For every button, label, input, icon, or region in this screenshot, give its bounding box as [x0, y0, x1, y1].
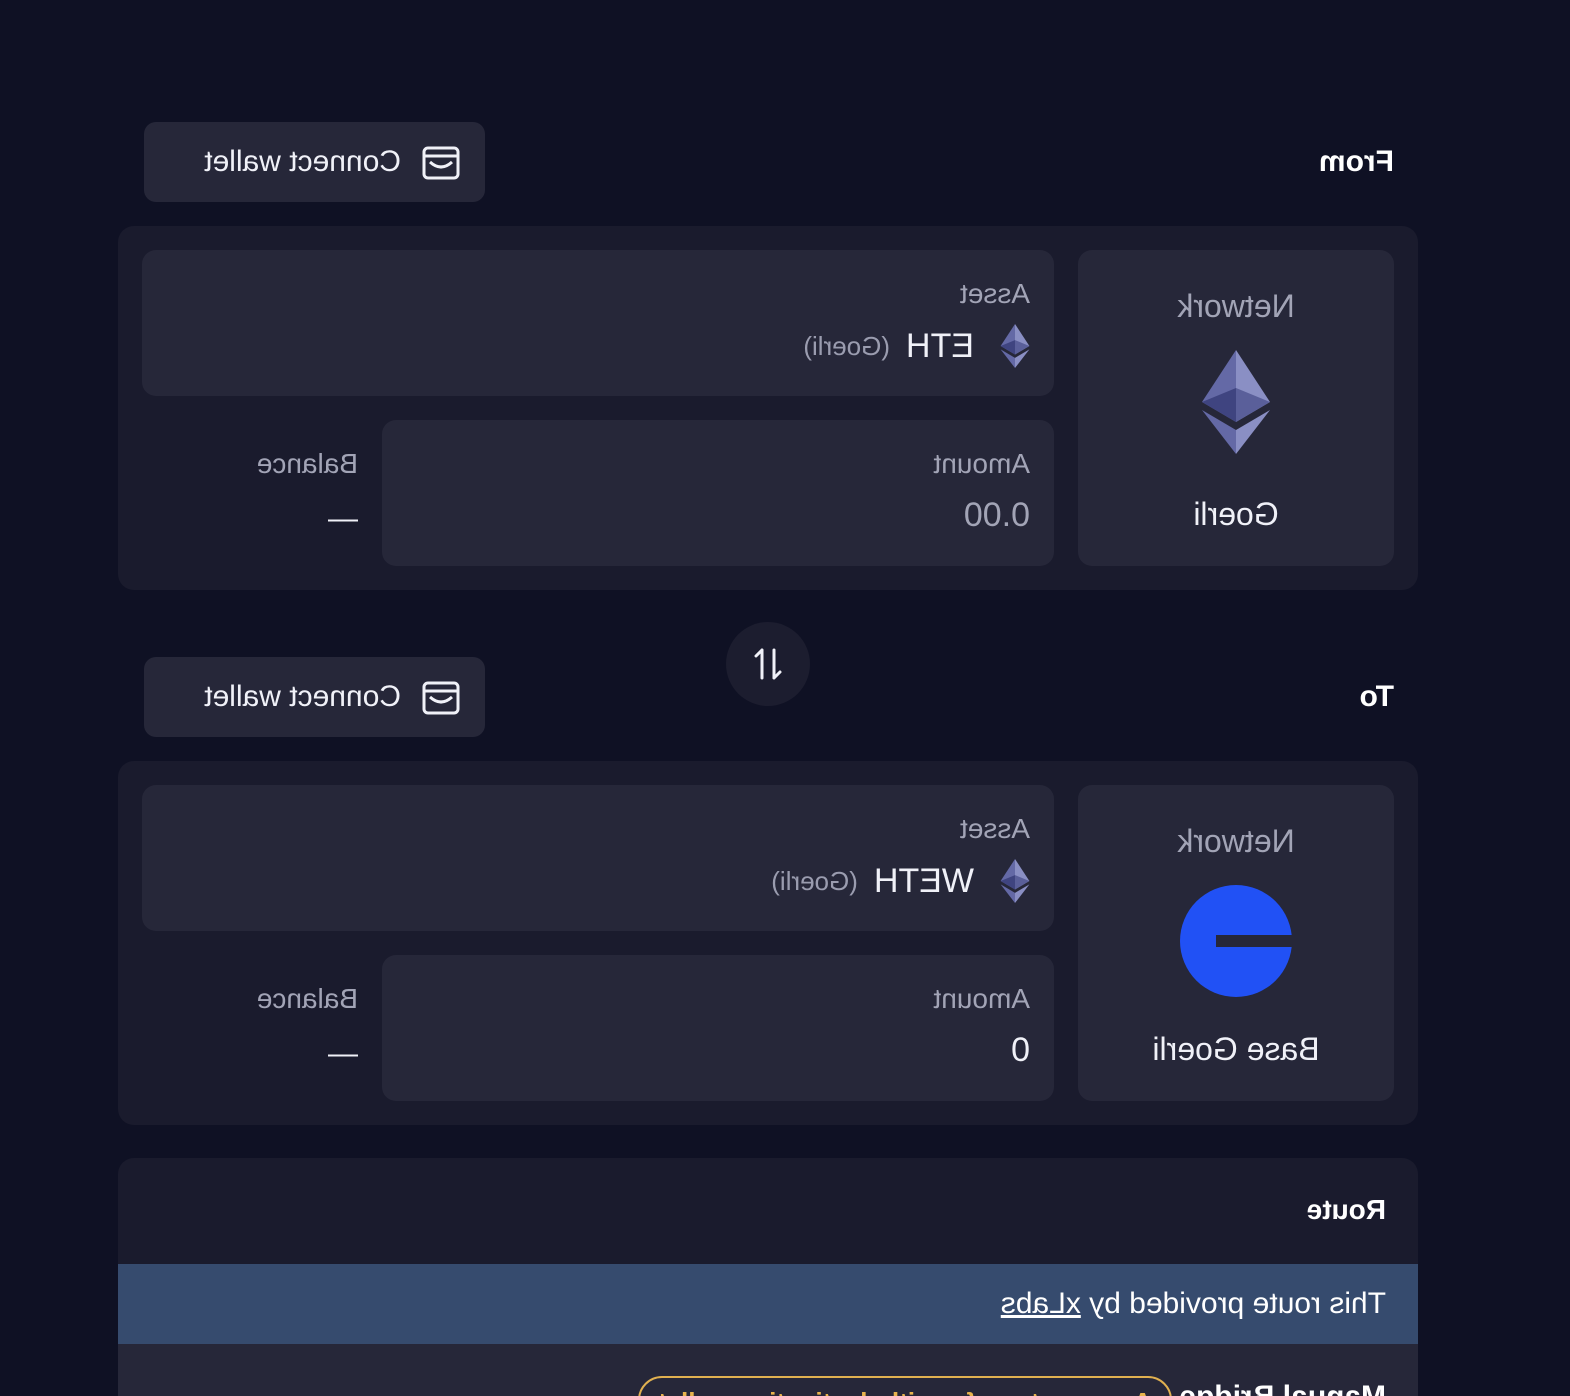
- to-balance: Balance —: [257, 983, 358, 1071]
- to-asset-network: (Goerli): [771, 865, 858, 896]
- from-network-selector[interactable]: Network Goerli: [1078, 250, 1394, 566]
- to-panel: Network Base Goerli Asset WETH (Goerli) …: [118, 761, 1418, 1125]
- route-option[interactable]: Manual Bridge Approve transfer with dest…: [118, 1344, 1418, 1396]
- from-amount-field[interactable]: Amount 0.00: [382, 420, 1054, 566]
- from-amount-label: Amount: [933, 448, 1031, 479]
- to-network-name: Base Goerli: [1152, 1031, 1320, 1067]
- to-title: To: [1359, 680, 1394, 713]
- from-asset-label: Asset: [959, 278, 1030, 309]
- to-amount-field[interactable]: Amount 0: [382, 955, 1054, 1101]
- route-title: Route: [1306, 1194, 1386, 1225]
- wallet-icon: [422, 681, 460, 715]
- ethereum-icon: [1000, 324, 1030, 368]
- route-panel: Route This route provided by xLabs Manua…: [118, 1158, 1418, 1396]
- route-option-name: Manual Bridge: [1179, 1380, 1386, 1396]
- to-asset-label: Asset: [959, 813, 1030, 844]
- route-option-badge: Approve transfer with destination wallet: [637, 1376, 1172, 1396]
- to-balance-label: Balance: [256, 983, 358, 1014]
- from-panel: Network Goerli Asset ETH (Goerli) Amount…: [118, 226, 1418, 590]
- from-amount-input[interactable]: 0.00: [964, 496, 1030, 535]
- ethereum-icon: [1202, 350, 1270, 454]
- from-asset-selector[interactable]: Asset ETH (Goerli): [142, 250, 1054, 396]
- from-title: From: [1319, 145, 1394, 178]
- to-amount-label: Amount: [933, 983, 1031, 1014]
- from-balance-label: Balance: [256, 448, 358, 479]
- to-balance-value: —: [328, 1037, 358, 1070]
- route-info-banner: This route provided by xLabs: [118, 1264, 1418, 1344]
- bridge-page: From Connect wallet Network Goerli Asset…: [0, 0, 1570, 1396]
- to-network-selector[interactable]: Network Base Goerli: [1078, 785, 1394, 1101]
- from-header: From Connect wallet: [144, 122, 1418, 202]
- route-provider-link[interactable]: xLabs: [1001, 1287, 1081, 1320]
- from-balance-value: —: [328, 502, 358, 535]
- from-network-name: Goerli: [1193, 496, 1279, 532]
- base-icon: [1180, 885, 1292, 997]
- from-asset-symbol: ETH: [906, 326, 974, 365]
- to-asset-symbol: WETH: [873, 861, 974, 900]
- from-asset-network: (Goerli): [803, 330, 890, 361]
- to-header: To Connect wallet: [144, 657, 1418, 737]
- to-connect-wallet-label: Connect wallet: [204, 680, 401, 713]
- wallet-icon: [422, 146, 460, 180]
- to-network-label: Network: [1177, 823, 1295, 859]
- to-amount-value: 0: [1011, 1031, 1030, 1069]
- from-connect-wallet-button[interactable]: Connect wallet: [144, 122, 485, 202]
- from-network-label: Network: [1177, 288, 1295, 324]
- to-connect-wallet-button[interactable]: Connect wallet: [144, 657, 485, 737]
- ethereum-icon: [1000, 859, 1030, 903]
- from-balance: Balance —: [257, 448, 358, 536]
- to-asset-selector[interactable]: Asset WETH (Goerli): [142, 785, 1054, 931]
- from-connect-wallet-label: Connect wallet: [204, 145, 401, 178]
- route-info-text: This route provided by: [1089, 1287, 1386, 1320]
